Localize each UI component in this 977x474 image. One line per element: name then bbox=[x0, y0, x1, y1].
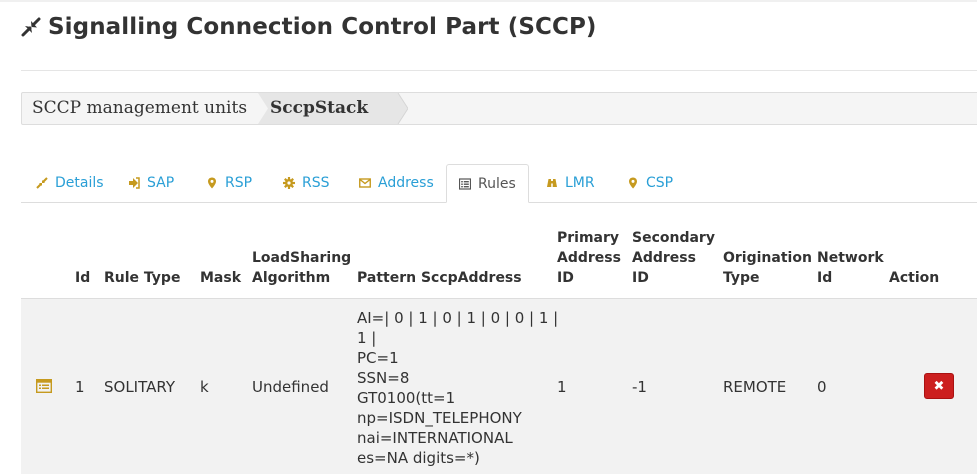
cell-origination-type: REMOTE bbox=[723, 378, 787, 396]
header-line: Network bbox=[817, 250, 884, 266]
gear-icon bbox=[283, 176, 295, 189]
cell-mask: k bbox=[200, 378, 209, 396]
column-header-pattern: Pattern SccpAddress bbox=[357, 270, 522, 286]
cell-secondary-address-id: -1 bbox=[632, 378, 647, 396]
top-hairline bbox=[0, 0, 977, 2]
tab-sap[interactable]: SAP bbox=[116, 164, 186, 201]
header-line: ID bbox=[632, 270, 649, 286]
cell-pattern-sccpaddress: AI=| 0 | 1 | 0 | 1 | 0 | 0 | 1 | 1 | PC=… bbox=[357, 308, 559, 468]
breadcrumb-item-sccpstack: SccpStack bbox=[270, 98, 369, 118]
cell-loadsharing-algorithm: Undefined bbox=[252, 378, 329, 396]
pattern-line: np=ISDN_TELEPHONY bbox=[357, 409, 522, 427]
list-alt-icon[interactable] bbox=[36, 379, 52, 393]
tab-rules[interactable]: Rules bbox=[446, 164, 529, 203]
header-line: Origination bbox=[723, 250, 812, 266]
tab-label: SAP bbox=[147, 174, 175, 191]
column-header-network-id: Network Id bbox=[817, 248, 884, 288]
table-row: 1 SOLITARY k Undefined AI=| 0 | 1 | 0 | … bbox=[21, 299, 977, 474]
pattern-line: PC=1 bbox=[357, 349, 399, 367]
tab-label: LMR bbox=[565, 174, 595, 191]
pattern-line: SSN=8 bbox=[357, 369, 410, 387]
compress-icon bbox=[36, 176, 48, 189]
tab-details[interactable]: Details bbox=[24, 164, 116, 201]
tab-address[interactable]: Address bbox=[347, 164, 446, 201]
header-line: LoadSharing bbox=[252, 250, 352, 266]
tab-lmr[interactable]: LMR bbox=[534, 164, 607, 201]
header-line: Address bbox=[557, 250, 621, 266]
column-header-secondary-address-id: Secondary Address ID bbox=[632, 228, 715, 288]
column-header-mask: Mask bbox=[200, 270, 242, 286]
header-line: Secondary bbox=[632, 230, 715, 246]
delete-rule-button[interactable]: ✖ bbox=[924, 373, 954, 399]
column-header-action: Action bbox=[889, 270, 940, 286]
cell-rule-type: SOLITARY bbox=[104, 378, 175, 396]
header-line: Primary bbox=[557, 230, 620, 246]
pattern-line: nai=INTERNATIONAL bbox=[357, 429, 513, 447]
cell-id: 1 bbox=[75, 378, 85, 396]
close-icon: ✖ bbox=[933, 378, 945, 394]
pattern-line: AI=| 0 | 1 | 0 | 1 | 0 | 0 | 1 | bbox=[357, 309, 559, 327]
pattern-line: 1 | bbox=[357, 329, 377, 347]
header-line: ID bbox=[557, 270, 574, 286]
list-alt-icon bbox=[459, 177, 471, 190]
breadcrumb: SCCP management units SccpStack bbox=[21, 92, 977, 125]
page-title: Signalling Connection Control Part (SCCP… bbox=[48, 14, 597, 40]
map-marker-icon bbox=[208, 177, 216, 188]
tab-bar: Details SAP RSP RSS Address Rules LMR CS… bbox=[21, 164, 977, 203]
header-line: Type bbox=[723, 270, 760, 286]
pattern-line: es=NA digits=*) bbox=[357, 449, 480, 467]
breadcrumb-item-management-units[interactable]: SCCP management units bbox=[32, 98, 247, 118]
cell-primary-address-id: 1 bbox=[557, 378, 567, 396]
map-marker-icon bbox=[629, 177, 637, 188]
tab-label: Details bbox=[55, 174, 104, 191]
tab-csp[interactable]: CSP bbox=[615, 164, 685, 201]
tab-rsp[interactable]: RSP bbox=[194, 164, 264, 201]
tab-label: Rules bbox=[478, 175, 516, 192]
column-header-id: Id bbox=[75, 270, 91, 286]
column-header-origination-type: Origination Type bbox=[723, 248, 812, 288]
tab-label: RSS bbox=[302, 174, 330, 191]
rules-table-header: Id Rule Type Mask LoadSharing Algorithm … bbox=[21, 225, 977, 300]
column-header-loadsharing-algorithm: LoadSharing Algorithm bbox=[252, 248, 351, 288]
binoculars-icon bbox=[547, 178, 557, 187]
header-line: Algorithm bbox=[252, 270, 331, 286]
compress-arrows-icon bbox=[21, 17, 41, 37]
envelope-icon bbox=[359, 177, 371, 188]
column-header-primary-address-id: Primary Address ID bbox=[557, 228, 621, 288]
cell-network-id: 0 bbox=[817, 378, 827, 396]
header-line: Id bbox=[817, 270, 833, 286]
tab-rss[interactable]: RSS bbox=[271, 164, 342, 201]
sign-in-icon bbox=[129, 176, 140, 189]
pattern-line: GT0100(tt=1 bbox=[357, 389, 456, 407]
column-header-rule-type: Rule Type bbox=[104, 270, 181, 286]
tab-label: CSP bbox=[646, 174, 674, 191]
page-header: Signalling Connection Control Part (SCCP… bbox=[20, 14, 597, 40]
header-line: Address bbox=[632, 250, 696, 266]
title-divider bbox=[21, 70, 977, 71]
tab-label: Address bbox=[378, 174, 434, 191]
tab-label: RSP bbox=[225, 174, 253, 191]
